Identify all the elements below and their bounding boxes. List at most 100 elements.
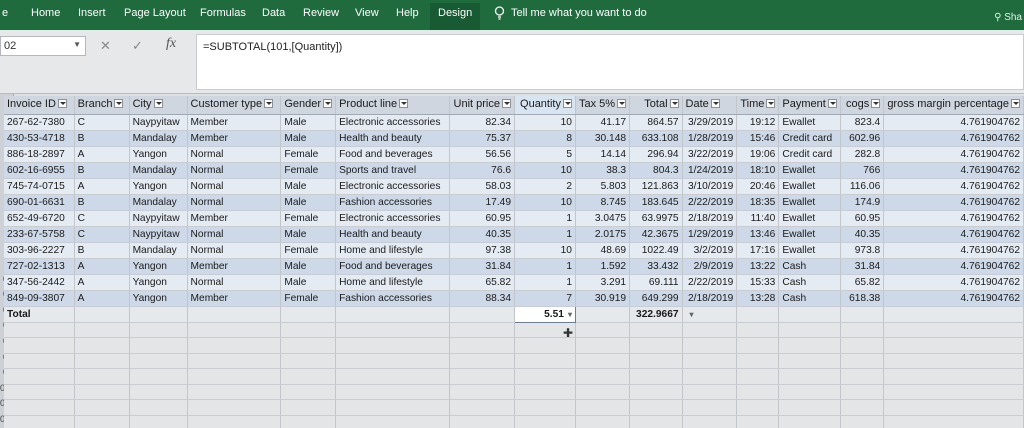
table-cell[interactable]: Ewallet: [778, 242, 842, 259]
total-total-cell[interactable]: 322.9667: [629, 305, 683, 323]
table-cell[interactable]: Naypyitaw: [129, 226, 188, 243]
table-cell[interactable]: [736, 415, 780, 428]
table-cell[interactable]: 17.49: [449, 194, 516, 211]
table-cell[interactable]: [74, 322, 130, 339]
table-cell[interactable]: 116.06: [840, 178, 885, 195]
table-cell[interactable]: 2/22/2019: [682, 274, 738, 291]
table-cell[interactable]: 30.919: [575, 290, 631, 307]
table-cell[interactable]: 2/9/2019: [682, 258, 738, 275]
column-header[interactable]: Payment: [778, 96, 842, 115]
table-cell[interactable]: [736, 399, 780, 417]
table-cell[interactable]: 4.761904762: [883, 146, 1024, 163]
table-cell[interactable]: [129, 368, 188, 385]
table-cell[interactable]: [449, 353, 516, 370]
table-cell[interactable]: 10: [514, 162, 576, 179]
table-cell[interactable]: 4.761904762: [883, 130, 1024, 147]
tell-me-box[interactable]: Tell me what you want to do: [494, 6, 647, 20]
table-cell[interactable]: [629, 337, 683, 354]
table-cell[interactable]: 1: [514, 210, 576, 227]
table-cell[interactable]: Electronic accessories: [335, 210, 450, 227]
table-cell[interactable]: 10: [514, 114, 576, 131]
table-cell[interactable]: Ewallet: [778, 114, 842, 131]
table-cell[interactable]: [736, 353, 780, 370]
table-cell[interactable]: 823.4: [840, 114, 885, 131]
worksheet-grid[interactable]: 573900010203040506007008009 Invoice IDBr…: [0, 94, 1024, 428]
table-cell[interactable]: 19:12: [736, 114, 780, 131]
table-cell[interactable]: [280, 353, 337, 370]
table-cell[interactable]: [883, 399, 1024, 417]
table-cell[interactable]: 3/2/2019: [682, 242, 738, 259]
table-cell[interactable]: 18:10: [736, 162, 780, 179]
table-cell[interactable]: Mandalay: [129, 162, 188, 179]
table-cell[interactable]: [187, 305, 282, 323]
table-cell[interactable]: 4.761904762: [883, 194, 1024, 211]
name-box[interactable]: 02 ▼: [0, 36, 86, 56]
table-cell[interactable]: 76.6: [449, 162, 516, 179]
table-cell[interactable]: 267-62-7380: [4, 114, 75, 131]
table-cell[interactable]: [187, 337, 282, 354]
table-cell[interactable]: Mandalay: [129, 242, 188, 259]
table-cell[interactable]: 10: [514, 242, 576, 259]
filter-dropdown-icon[interactable]: [827, 99, 837, 109]
table-cell[interactable]: 65.82: [840, 274, 885, 291]
table-cell[interactable]: 745-74-0715: [4, 178, 75, 195]
table-cell[interactable]: [4, 337, 75, 354]
table-cell[interactable]: 13:28: [736, 290, 780, 307]
table-cell[interactable]: [682, 337, 738, 354]
table-cell[interactable]: Yangon: [129, 274, 188, 291]
table-cell[interactable]: 864.57: [629, 114, 683, 131]
table-cell[interactable]: 41.17: [575, 114, 631, 131]
table-cell[interactable]: 347-56-2442: [4, 274, 75, 291]
table-cell[interactable]: Ewallet: [778, 226, 842, 243]
table-cell[interactable]: Electronic accessories: [335, 114, 450, 131]
table-cell[interactable]: 15:46: [736, 130, 780, 147]
table-cell[interactable]: 4.761904762: [883, 258, 1024, 275]
table-cell[interactable]: 174.9: [840, 194, 885, 211]
table-cell[interactable]: Member: [187, 210, 282, 227]
table-cell[interactable]: Food and beverages: [335, 146, 450, 163]
tab-review[interactable]: Review: [303, 7, 339, 19]
table-cell[interactable]: [629, 384, 683, 401]
table-cell[interactable]: [778, 305, 842, 323]
tab-formulas[interactable]: Formulas: [200, 7, 246, 19]
table-cell[interactable]: Home and lifestyle: [335, 242, 450, 259]
table-cell[interactable]: 48.69: [575, 242, 631, 259]
table-cell[interactable]: A: [74, 290, 130, 307]
column-header[interactable]: cogs: [840, 96, 885, 115]
table-cell[interactable]: 65.82: [449, 274, 516, 291]
filter-dropdown-icon[interactable]: [617, 99, 627, 109]
table-cell[interactable]: 13:46: [736, 226, 780, 243]
table-cell[interactable]: Member: [187, 258, 282, 275]
table-cell[interactable]: [187, 353, 282, 370]
table-cell[interactable]: [736, 305, 780, 323]
filter-dropdown-icon[interactable]: [57, 99, 67, 109]
table-cell[interactable]: [449, 322, 516, 339]
table-cell[interactable]: [74, 368, 130, 385]
table-cell[interactable]: [129, 415, 188, 428]
table-cell[interactable]: [280, 322, 337, 339]
table-cell[interactable]: [575, 399, 631, 417]
table-cell[interactable]: [778, 337, 842, 354]
table-cell[interactable]: 40.35: [840, 226, 885, 243]
table-cell[interactable]: [736, 368, 780, 385]
table-cell[interactable]: [778, 415, 842, 428]
table-cell[interactable]: 82.34: [449, 114, 516, 131]
table-cell[interactable]: Male: [280, 258, 337, 275]
table-cell[interactable]: 690-01-6631: [4, 194, 75, 211]
table-cell[interactable]: [840, 337, 885, 354]
table-cell[interactable]: 4.761904762: [883, 274, 1024, 291]
table-cell[interactable]: [74, 384, 130, 401]
table-cell[interactable]: [74, 353, 130, 370]
table-cell[interactable]: 97.38: [449, 242, 516, 259]
table-cell[interactable]: [187, 368, 282, 385]
column-header[interactable]: Total: [629, 96, 683, 115]
chevron-down-icon[interactable]: ▼: [73, 40, 81, 49]
table-cell[interactable]: [736, 384, 780, 401]
table-cell[interactable]: Male: [280, 178, 337, 195]
table-cell[interactable]: 63.9975: [629, 210, 683, 227]
table-cell[interactable]: [4, 322, 75, 339]
table-cell[interactable]: [575, 415, 631, 428]
table-cell[interactable]: Normal: [187, 146, 282, 163]
chevron-down-icon[interactable]: ▾: [568, 310, 572, 319]
table-cell[interactable]: Yangon: [129, 146, 188, 163]
